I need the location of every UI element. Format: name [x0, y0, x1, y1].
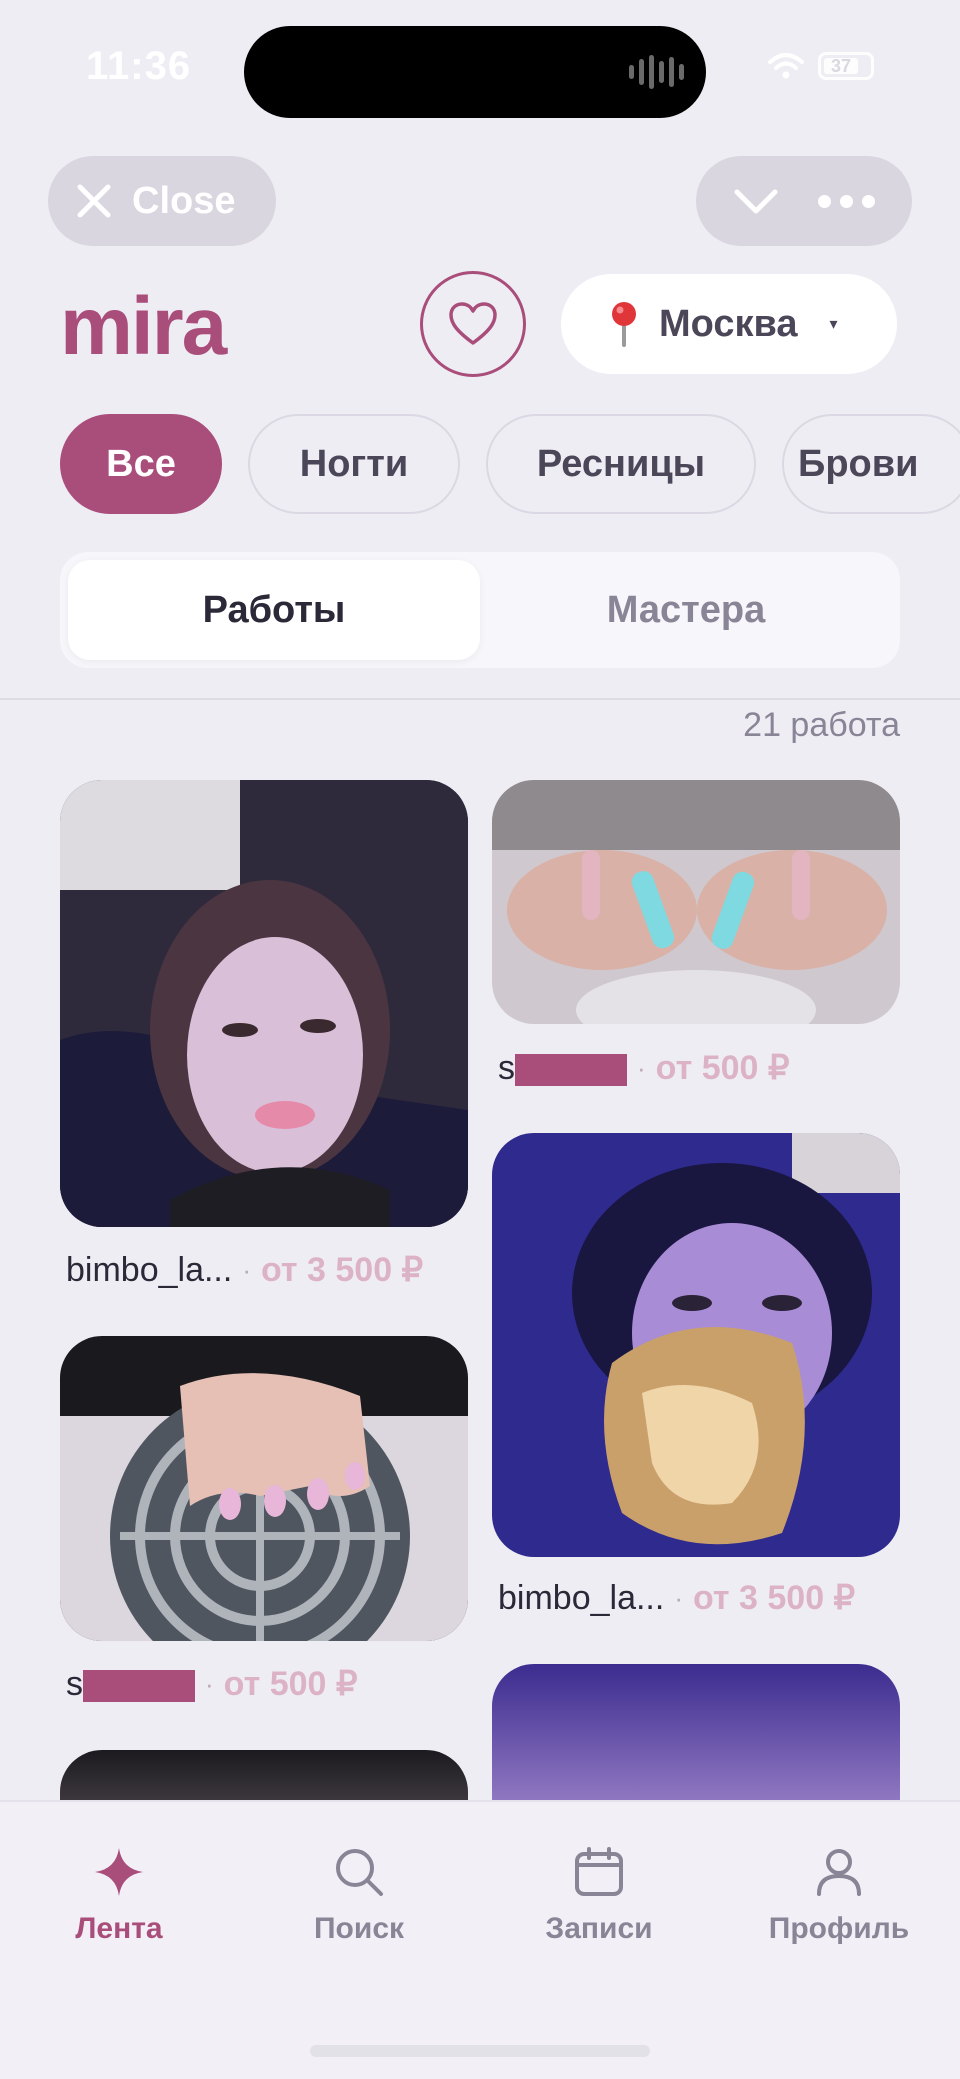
photo-gold-mask	[492, 1133, 900, 1557]
profile-icon	[817, 1849, 861, 1896]
tab-bookings[interactable]: Записи	[499, 1846, 699, 1946]
category-chips: Все Ногти Ресницы Брови	[60, 414, 960, 514]
caption-separator: ·	[637, 1052, 646, 1083]
favorites-button[interactable]	[420, 271, 526, 377]
close-button[interactable]: Close	[48, 156, 276, 246]
tab-profile[interactable]: Профиль	[739, 1846, 939, 1946]
chevron-down-icon[interactable]	[733, 186, 779, 216]
tab-search[interactable]: Поиск	[259, 1846, 459, 1946]
city-label: Москва	[659, 302, 798, 345]
photo-nails	[492, 780, 900, 1024]
photo-nails-fan	[60, 1336, 468, 1641]
price-label: от 500 ₽	[655, 1049, 790, 1087]
caption-separator: ·	[205, 1668, 214, 1699]
sparkle-icon	[95, 1848, 143, 1896]
status-time: 11:36	[86, 44, 192, 88]
divider	[0, 698, 960, 700]
tab-works[interactable]: Работы	[68, 560, 480, 660]
calendar-icon	[575, 1847, 623, 1896]
tab-feed[interactable]: Лента	[19, 1846, 219, 1946]
work-card-image[interactable]	[60, 780, 468, 1227]
chip-lashes[interactable]: Ресницы	[486, 414, 756, 514]
redacted-block	[515, 1053, 627, 1086]
photo-lash-portrait	[60, 780, 468, 1227]
caret-down-icon: ▾	[829, 316, 838, 333]
work-card-image[interactable]	[492, 1133, 900, 1557]
close-icon	[77, 184, 111, 218]
price-label: от 500 ₽	[223, 1665, 358, 1703]
city-selector[interactable]: Москва ▾	[561, 274, 897, 374]
work-card-image[interactable]	[60, 1336, 468, 1641]
wifi-icon	[768, 53, 804, 79]
work-card-caption: bimbo_la... · от 3 500 ₽	[66, 1250, 423, 1290]
chip-brows[interactable]: Брови	[782, 414, 960, 514]
redacted-block	[83, 1669, 195, 1702]
chip-all[interactable]: Все	[60, 414, 222, 514]
caption-separator: ·	[674, 1582, 683, 1613]
miniapp-menu[interactable]	[696, 156, 912, 246]
works-count: 21 работа	[743, 706, 900, 744]
status-indicators: 37	[768, 52, 874, 80]
work-card-image[interactable]	[492, 780, 900, 1024]
close-label: Close	[132, 179, 236, 222]
author-name[interactable]: s	[66, 1665, 195, 1704]
tab-label: Поиск	[313, 1912, 405, 1945]
tab-label: Лента	[75, 1912, 163, 1945]
battery-icon: 37	[818, 52, 874, 80]
work-card-caption: bimbo_la... · от 3 500 ₽	[498, 1578, 855, 1618]
tab-label: Записи	[545, 1912, 653, 1945]
heart-icon	[449, 302, 497, 345]
price-label: от 3 500 ₽	[693, 1579, 856, 1617]
caption-separator: ·	[242, 1254, 251, 1285]
battery-level: 37	[831, 56, 852, 76]
price-label: от 3 500 ₽	[261, 1251, 424, 1289]
view-segment: Работы Мастера	[60, 552, 900, 668]
work-card-caption: s · от 500 ₽	[66, 1664, 358, 1704]
search-icon	[336, 1849, 383, 1896]
dynamic-island	[244, 26, 706, 118]
chip-nails[interactable]: Ногти	[248, 414, 460, 514]
more-icon[interactable]	[817, 194, 875, 208]
tab-label: Профиль	[768, 1912, 910, 1945]
author-name[interactable]: s	[498, 1049, 627, 1088]
app-logo: mira	[60, 281, 227, 372]
pin-icon	[612, 302, 636, 347]
home-indicator	[310, 2045, 650, 2057]
audio-wave-icon	[629, 54, 684, 90]
author-name[interactable]: bimbo_la...	[498, 1579, 664, 1618]
tab-masters[interactable]: Мастера	[480, 560, 892, 660]
work-card-caption: s · от 500 ₽	[498, 1048, 790, 1088]
author-name[interactable]: bimbo_la...	[66, 1251, 232, 1290]
